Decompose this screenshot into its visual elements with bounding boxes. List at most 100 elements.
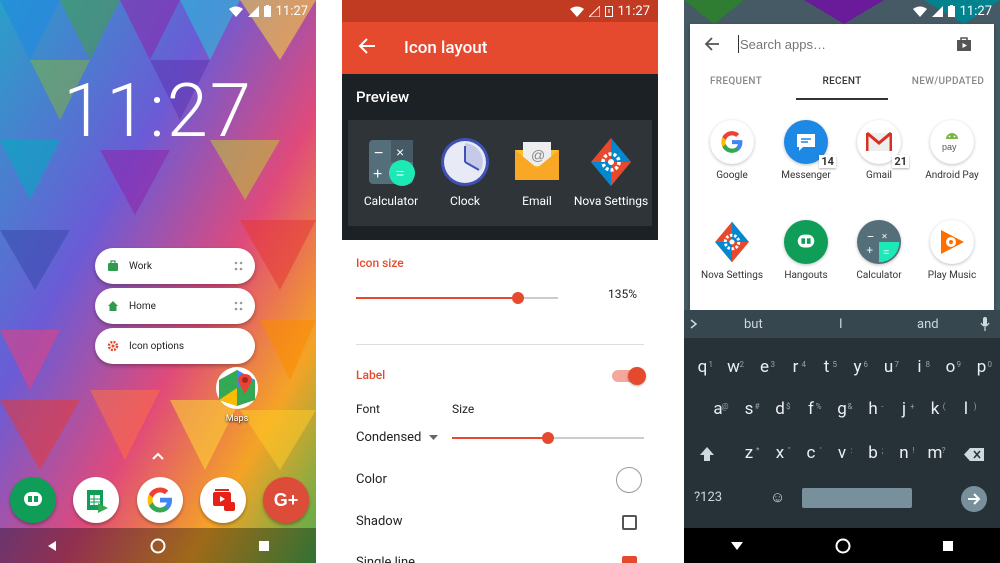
key-c[interactable]: c ': [796, 436, 827, 470]
chevron-right-icon[interactable]: [690, 319, 698, 329]
tab-frequent[interactable]: FREQUENT: [690, 70, 782, 100]
app-label: Android Pay: [925, 170, 979, 181]
microphone-icon[interactable]: [980, 317, 990, 331]
key-h[interactable]: h-: [858, 392, 889, 426]
key-d[interactable]: d $: [765, 392, 796, 426]
shift-icon[interactable]: [698, 445, 716, 463]
key-k[interactable]: k(: [920, 392, 951, 426]
key-q[interactable]: q1: [687, 350, 718, 384]
key-n[interactable]: n!: [889, 436, 920, 470]
svg-text:=: =: [883, 248, 889, 259]
google-icon[interactable]: [136, 477, 183, 523]
app-gmail[interactable]: 21 Gmail: [843, 120, 915, 181]
emoji-key[interactable]: ☺: [770, 488, 785, 506]
backspace-icon[interactable]: [964, 448, 984, 461]
single-line-checkbox[interactable]: [622, 556, 637, 563]
suggestion[interactable]: I: [839, 317, 843, 332]
home-button-icon[interactable]: [150, 538, 166, 554]
app-play-music[interactable]: Play Music: [916, 220, 988, 281]
key-r[interactable]: r4: [780, 350, 811, 384]
preview-app-label: Calculator: [363, 194, 419, 208]
key-z[interactable]: z *: [734, 436, 765, 470]
drag-handle-icon[interactable]: [234, 301, 243, 311]
arrow-right-icon: [968, 493, 981, 505]
popup-item-icon-options[interactable]: Icon options: [95, 328, 255, 364]
key-s[interactable]: s #: [734, 392, 765, 426]
slider-knob[interactable]: [511, 292, 524, 304]
suggestion[interactable]: but: [744, 317, 763, 332]
app-calculator[interactable]: − × + = Calculator: [843, 220, 915, 281]
key-alt-label: 6: [863, 360, 869, 369]
back-arrow-icon[interactable]: [704, 37, 720, 51]
key-y[interactable]: y6: [842, 350, 873, 384]
key-t[interactable]: t5: [811, 350, 842, 384]
search-input[interactable]: [740, 36, 940, 52]
label-size-slider[interactable]: [452, 432, 644, 444]
shadow-checkbox[interactable]: [622, 515, 637, 530]
app-android-pay[interactable]: pay Android Pay: [916, 120, 988, 181]
icon-size-slider[interactable]: [356, 292, 558, 304]
home-button-icon[interactable]: [835, 538, 851, 554]
key-g[interactable]: g &: [827, 392, 858, 426]
dock: G+: [8, 472, 311, 528]
sheets-icon[interactable]: [73, 477, 120, 523]
key-alt-label: #: [754, 402, 760, 411]
key-o[interactable]: o9: [935, 350, 966, 384]
svg-text:−: −: [867, 229, 874, 243]
key-alt-label: :: [850, 446, 853, 455]
space-bar[interactable]: [802, 488, 912, 508]
popup-item-home[interactable]: Home: [95, 288, 255, 324]
label-toggle[interactable]: [612, 367, 646, 385]
key-alt-label: 5: [832, 360, 838, 369]
key-label: f: [808, 399, 814, 419]
app-label: Calculator: [856, 270, 902, 281]
clock-widget[interactable]: 11:27: [0, 68, 316, 155]
battery-alert-icon: [604, 6, 613, 17]
key-v[interactable]: v:: [827, 436, 858, 470]
youtube-icon[interactable]: [199, 477, 246, 523]
back-arrow-icon[interactable]: [358, 38, 376, 54]
calculator-icon: − × + =: [369, 140, 415, 186]
tab-new-updated[interactable]: NEW/UPDATED: [902, 70, 994, 100]
play-store-icon[interactable]: [956, 36, 972, 52]
key-x[interactable]: x ": [765, 436, 796, 470]
back-icon[interactable]: [46, 540, 58, 552]
app-nova-settings[interactable]: Nova Settings: [696, 220, 768, 281]
font-dropdown[interactable]: Condensed: [356, 430, 439, 445]
recents-icon[interactable]: [942, 540, 954, 552]
android-pay-icon: pay: [930, 120, 974, 164]
drag-handle-icon[interactable]: [234, 261, 243, 271]
tab-recent[interactable]: RECENT: [796, 70, 888, 100]
app-messenger[interactable]: 14 Messenger: [770, 120, 842, 181]
wifi-icon: [569, 6, 584, 17]
key-w[interactable]: w2: [718, 350, 749, 384]
hangouts-icon[interactable]: [10, 477, 56, 523]
key-m[interactable]: m?: [920, 436, 951, 470]
key-label: w: [727, 357, 740, 377]
chevron-up-icon[interactable]: [152, 452, 164, 460]
app-google[interactable]: Google: [696, 120, 768, 181]
key-e[interactable]: e3: [749, 350, 780, 384]
key-l[interactable]: l): [951, 392, 982, 426]
key-j[interactable]: j +: [889, 392, 920, 426]
app-hangouts[interactable]: Hangouts: [770, 220, 842, 281]
hide-keyboard-icon[interactable]: [730, 541, 744, 551]
popup-label: Home: [129, 300, 156, 312]
popup-item-work[interactable]: Work: [95, 248, 255, 284]
slider-knob[interactable]: [542, 432, 554, 444]
key-u[interactable]: u7: [873, 350, 904, 384]
key-a[interactable]: a @: [703, 392, 734, 426]
key-i[interactable]: i8: [904, 350, 935, 384]
key-b[interactable]: b;: [858, 436, 889, 470]
symbols-key[interactable]: ?123: [694, 490, 722, 505]
suggestion[interactable]: and: [917, 317, 939, 332]
google-plus-icon[interactable]: G+: [263, 477, 309, 523]
text-cursor: [738, 35, 739, 53]
enter-key[interactable]: [961, 486, 987, 512]
key-f[interactable]: f%: [796, 392, 827, 426]
recents-icon[interactable]: [258, 540, 270, 552]
key-p[interactable]: p0: [966, 350, 997, 384]
key-label: g: [837, 399, 847, 419]
maps-shortcut[interactable]: Maps: [214, 366, 260, 424]
color-swatch[interactable]: [616, 467, 642, 493]
